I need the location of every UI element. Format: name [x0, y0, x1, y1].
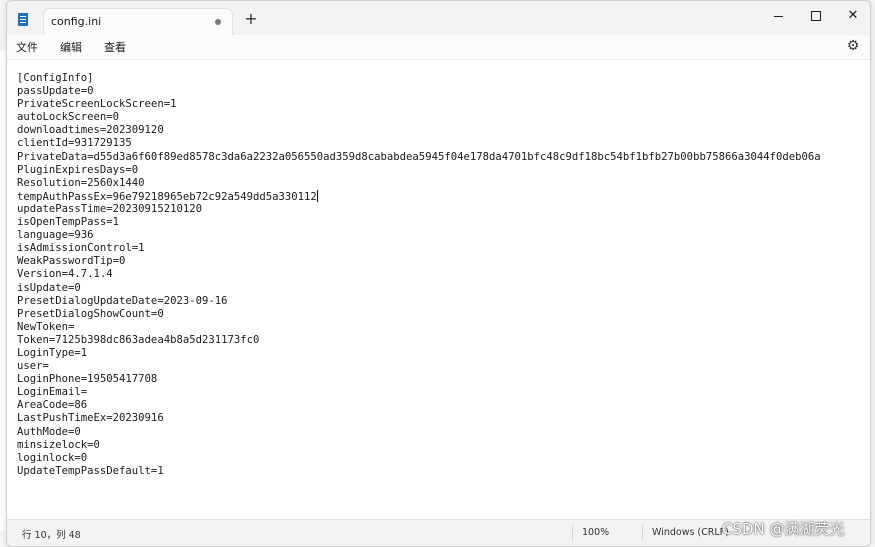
text-editor[interactable]: [ConfigInfo] passUpdate=0 PrivateScreenLoc…: [7, 59, 870, 520]
editor-line[interactable]: tempAuthPassEx=96e79218965eb72c92a549dd5…: [17, 189, 821, 203]
gear-icon[interactable]: ⚙: [846, 39, 860, 53]
new-tab-button[interactable]: +: [243, 11, 259, 27]
text-caret: [316, 189, 318, 202]
editor-line[interactable]: LoginPhone=19505417708: [17, 373, 821, 386]
editor-line[interactable]: loginlock=0: [17, 452, 821, 465]
editor-line[interactable]: Resolution=2560x1440: [17, 177, 821, 190]
editor-line[interactable]: Token=7125b398dc863adea4b8a5d231173fc0: [17, 334, 821, 347]
editor-line[interactable]: LastPushTimeEx=20230916: [17, 412, 821, 425]
status-divider: [572, 525, 573, 541]
editor-line[interactable]: language=936: [17, 229, 821, 242]
minimize-button[interactable]: [765, 6, 793, 26]
editor-line[interactable]: PrivateScreenLockScreen=1: [17, 98, 821, 111]
title-bar: config.ini + ✕: [7, 1, 870, 36]
editor-line[interactable]: user=: [17, 360, 821, 373]
editor-line[interactable]: isUpdate=0: [17, 282, 821, 295]
tab-title: config.ini: [51, 15, 102, 28]
status-divider: [642, 525, 643, 541]
editor-line[interactable]: AuthMode=0: [17, 426, 821, 439]
editor-line[interactable]: LoginEmail=: [17, 386, 821, 399]
editor-line[interactable]: updatePassTime=20230915210120: [17, 203, 821, 216]
editor-line[interactable]: minsizelock=0: [17, 439, 821, 452]
editor-line[interactable]: LoginType=1: [17, 347, 821, 360]
notepad-icon: [18, 13, 28, 26]
menu-file[interactable]: 文件: [16, 39, 38, 55]
cursor-position: 行 10，列 48: [22, 530, 81, 541]
editor-line[interactable]: NewToken=: [17, 321, 821, 334]
editor-line[interactable]: UpdateTempPassDefault=1: [17, 465, 821, 478]
editor-line[interactable]: PresetDialogShowCount=0: [17, 308, 821, 321]
menu-edit[interactable]: 编辑: [60, 39, 82, 55]
maximize-button[interactable]: [802, 6, 830, 26]
editor-line[interactable]: PluginExpiresDays=0: [17, 164, 821, 177]
editor-line[interactable]: PrivateData=d55d3a6f60f89ed8578c3da6a223…: [17, 151, 821, 164]
editor-line[interactable]: isOpenTempPass=1: [17, 216, 821, 229]
editor-line[interactable]: passUpdate=0: [17, 85, 821, 98]
editor-line[interactable]: [ConfigInfo]: [17, 72, 821, 85]
editor-line[interactable]: isAdmissionControl=1: [17, 242, 821, 255]
editor-content[interactable]: [ConfigInfo] passUpdate=0 PrivateScreenLoc…: [17, 72, 821, 478]
close-button[interactable]: ✕: [839, 6, 867, 26]
editor-line[interactable]: Version=4.7.1.4: [17, 268, 821, 281]
editor-line[interactable]: autoLockScreen=0: [17, 111, 821, 124]
editor-line[interactable]: AreaCode=86: [17, 399, 821, 412]
menu-view[interactable]: 查看: [104, 39, 126, 55]
editor-line[interactable]: WeakPasswordTip=0: [17, 255, 821, 268]
editor-line[interactable]: clientId=931729135: [17, 137, 821, 150]
unsaved-dot-icon[interactable]: [215, 19, 221, 25]
menu-bar: 文件 编辑 查看 ⚙: [7, 35, 870, 58]
watermark: CSDN @满湖荧光: [722, 520, 845, 538]
tab-config-ini[interactable]: config.ini: [43, 8, 233, 36]
editor-line[interactable]: downloadtimes=202309120: [17, 124, 821, 137]
zoom-level: 100%: [582, 527, 610, 538]
editor-line[interactable]: PresetDialogUpdateDate=2023-09-16: [17, 295, 821, 308]
line-ending: Windows (CRLF): [652, 527, 729, 538]
notepad-window: config.ini + ✕ 文件 编辑 查看 ⚙ [ConfigInfo] pa…: [6, 0, 871, 547]
